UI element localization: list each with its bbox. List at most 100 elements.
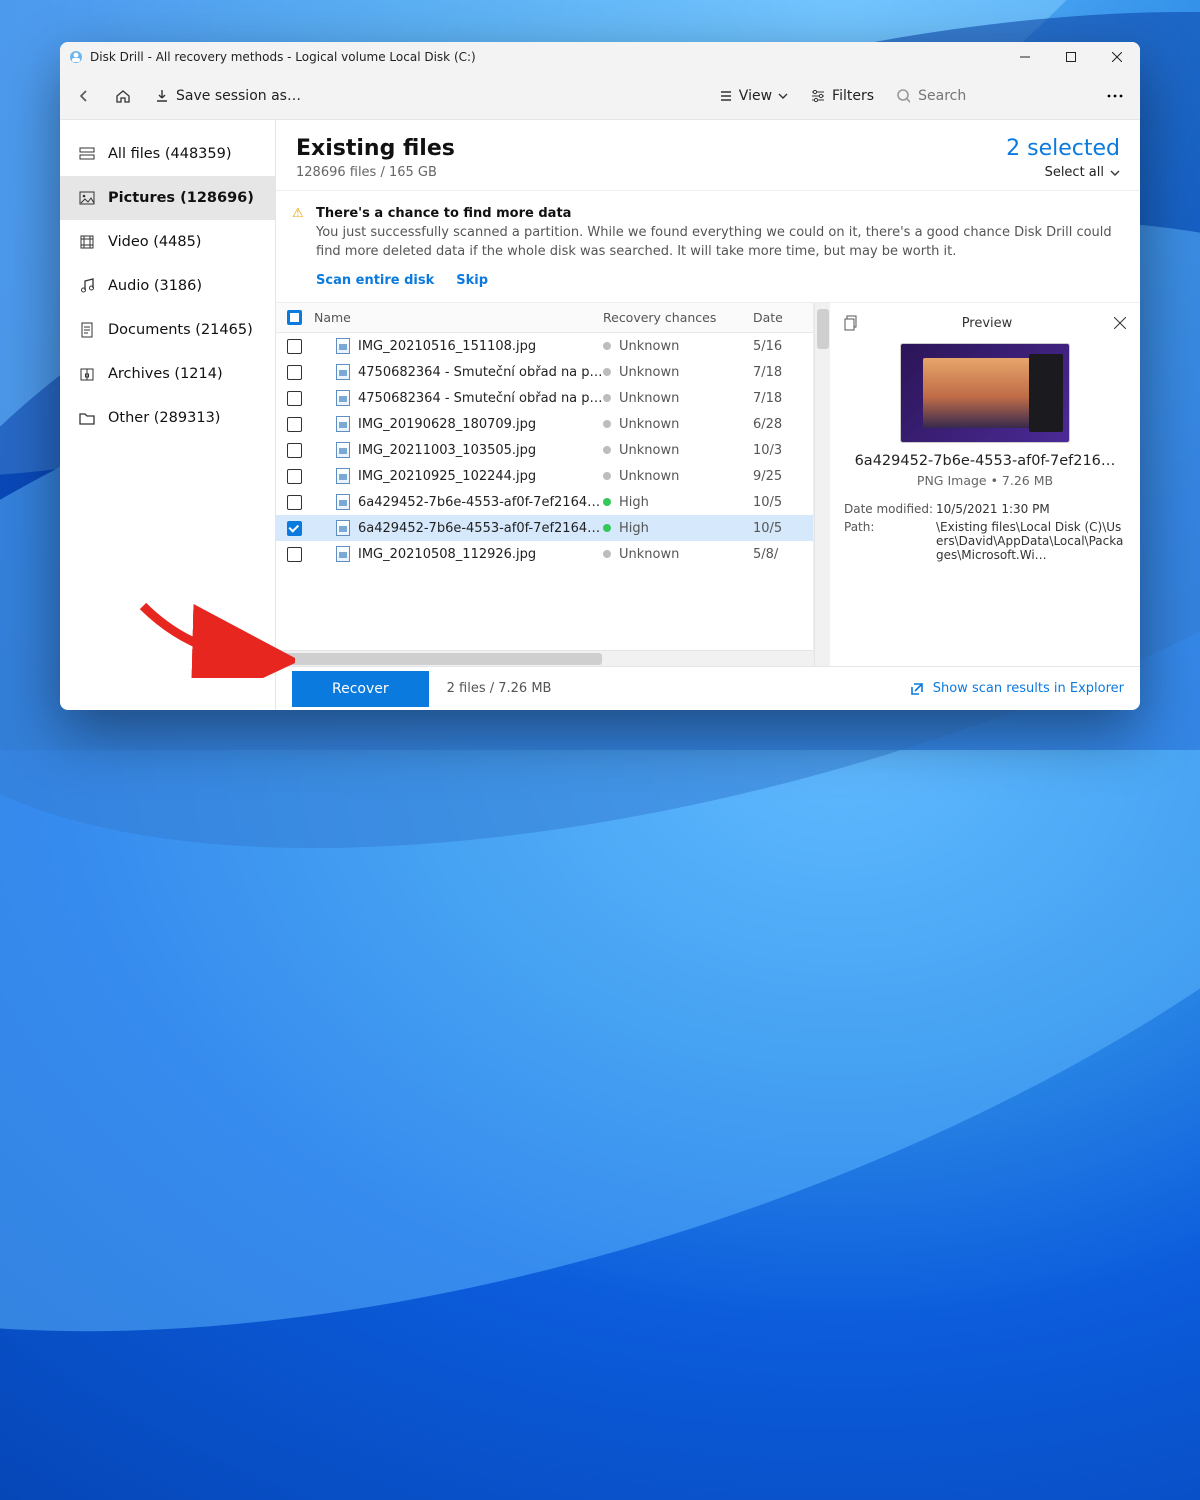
horizontal-scrollbar[interactable] [276, 650, 813, 666]
row-checkbox[interactable] [287, 495, 302, 510]
chance-label: High [619, 495, 649, 510]
maximize-button[interactable] [1048, 42, 1094, 72]
download-icon [154, 88, 170, 104]
file-name: IMG_20211003_103505.jpg [358, 443, 536, 458]
filters-label: Filters [832, 88, 874, 104]
sidebar-item-image[interactable]: Pictures (128696) [60, 176, 275, 220]
chance-dot [603, 368, 611, 376]
view-label: View [739, 88, 772, 104]
file-icon [336, 494, 350, 510]
select-all-button[interactable]: Select all [1045, 165, 1120, 180]
image-icon [78, 189, 96, 207]
file-row[interactable]: 6a429452-7b6e-4553-af0f-7ef2164…High10/5 [276, 515, 813, 541]
file-row[interactable]: 4750682364 - Smuteční obřad na p…Unknown… [276, 385, 813, 411]
column-headers: Name Recovery chances Date [276, 303, 813, 333]
chance-dot [603, 394, 611, 402]
header-checkbox[interactable] [287, 310, 302, 325]
col-recovery[interactable]: Recovery chances [603, 310, 753, 325]
sidebar-item-folder[interactable]: Other (289313) [60, 396, 275, 440]
file-icon [336, 364, 350, 380]
file-row[interactable]: IMG_20210516_151108.jpgUnknown5/16 [276, 333, 813, 359]
row-checkbox[interactable] [287, 391, 302, 406]
path-label: Path: [844, 520, 936, 562]
notice-heading: There's a chance to find more data [316, 206, 571, 221]
col-date[interactable]: Date [753, 310, 813, 325]
sidebar-item-label: Documents (21465) [108, 322, 253, 338]
file-row[interactable]: IMG_20210925_102244.jpg Unknown 9/25 [276, 463, 813, 489]
date-modified-label: Date modified: [844, 502, 936, 516]
titlebar: Disk Drill - All recovery methods - Logi… [60, 42, 1140, 72]
recover-button[interactable]: Recover [292, 671, 429, 707]
preview-meta: PNG Image • 7.26 MB [844, 473, 1126, 488]
file-date: 9/25 [753, 469, 813, 484]
save-session-button[interactable]: Save session as… [148, 83, 307, 109]
chance-label: Unknown [619, 339, 679, 354]
file-row[interactable]: 4750682364 - Smuteční obřad na p… Unknown… [276, 359, 813, 385]
chance-dot [603, 472, 611, 480]
close-preview-button[interactable] [1114, 317, 1126, 329]
col-name[interactable]: Name [312, 310, 603, 325]
row-checkbox[interactable] [287, 521, 302, 536]
file-row[interactable]: IMG_20210508_112926.jpgUnknown5/8/ [276, 541, 813, 567]
sidebar-item-film[interactable]: Video (4485) [60, 220, 275, 264]
file-row[interactable]: 6a429452-7b6e-4553-af0f-7ef2164…High10/5 [276, 489, 813, 515]
file-icon [336, 520, 350, 536]
main-panel: Existing files 128696 files / 165 GB 2 s… [276, 120, 1140, 710]
file-date: 5/8/ [753, 547, 813, 562]
doc-icon [78, 321, 96, 339]
row-checkbox[interactable] [287, 365, 302, 380]
ellipsis-icon [1106, 88, 1124, 104]
search-field[interactable] [890, 85, 1090, 107]
row-checkbox[interactable] [287, 547, 302, 562]
sidebar-item-doc[interactable]: Documents (21465) [60, 308, 275, 352]
row-checkbox[interactable] [287, 443, 302, 458]
file-date: 6/28 [753, 417, 813, 432]
copy-icon[interactable] [844, 315, 860, 331]
back-button[interactable] [70, 83, 98, 109]
chance-label: Unknown [619, 417, 679, 432]
row-checkbox[interactable] [287, 417, 302, 432]
minimize-button[interactable] [1002, 42, 1048, 72]
path-value: \Existing files\Local Disk (C)\Users\Dav… [936, 520, 1126, 562]
row-checkbox[interactable] [287, 469, 302, 484]
show-in-explorer-label: Show scan results in Explorer [933, 681, 1124, 696]
vertical-scrollbar[interactable] [814, 303, 830, 666]
search-input[interactable] [918, 88, 1084, 104]
file-name: IMG_20210516_151108.jpg [358, 339, 536, 354]
file-row[interactable]: IMG_20211003_103505.jpgUnknown10/3 [276, 437, 813, 463]
close-button[interactable] [1094, 42, 1140, 72]
file-name: 4750682364 - Smuteční obřad na p… [358, 391, 603, 406]
more-button[interactable] [1100, 83, 1130, 109]
sidebar-item-music[interactable]: Audio (3186) [60, 264, 275, 308]
sidebar-item-label: Other (289313) [108, 410, 220, 426]
film-icon [78, 233, 96, 251]
file-row[interactable]: IMG_20190628_180709.jpgUnknown6/28 [276, 411, 813, 437]
row-checkbox[interactable] [287, 339, 302, 354]
chance-dot [603, 420, 611, 428]
selected-count: 2 selected [1006, 136, 1120, 161]
chevron-down-icon [778, 91, 788, 101]
chance-dot [603, 446, 611, 454]
sidebar-item-stack[interactable]: All files (448359) [60, 132, 275, 176]
scan-entire-disk-link[interactable]: Scan entire disk [316, 272, 434, 291]
chance-label: Unknown [619, 365, 679, 380]
filters-button[interactable]: Filters [804, 83, 880, 109]
warning-icon: ⚠ [292, 205, 304, 224]
external-link-icon [909, 681, 925, 697]
file-name: 4750682364 - Smuteční obřad na p… [358, 365, 603, 380]
chance-label: Unknown [619, 469, 679, 484]
save-session-label: Save session as… [176, 88, 301, 104]
file-name: IMG_20210925_102244.jpg [358, 469, 536, 484]
sidebar-item-label: Archives (1214) [108, 366, 223, 382]
app-icon [68, 49, 84, 65]
file-date: 7/18 [753, 365, 813, 380]
home-button[interactable] [108, 82, 138, 110]
sidebar-item-label: Pictures (128696) [108, 190, 254, 206]
show-in-explorer-link[interactable]: Show scan results in Explorer [909, 681, 1124, 697]
skip-link[interactable]: Skip [456, 272, 488, 291]
chance-dot [603, 524, 611, 532]
sidebar-item-archive[interactable]: Archives (1214) [60, 352, 275, 396]
view-button[interactable]: View [713, 83, 794, 109]
select-all-label: Select all [1045, 165, 1104, 180]
chance-dot [603, 550, 611, 558]
